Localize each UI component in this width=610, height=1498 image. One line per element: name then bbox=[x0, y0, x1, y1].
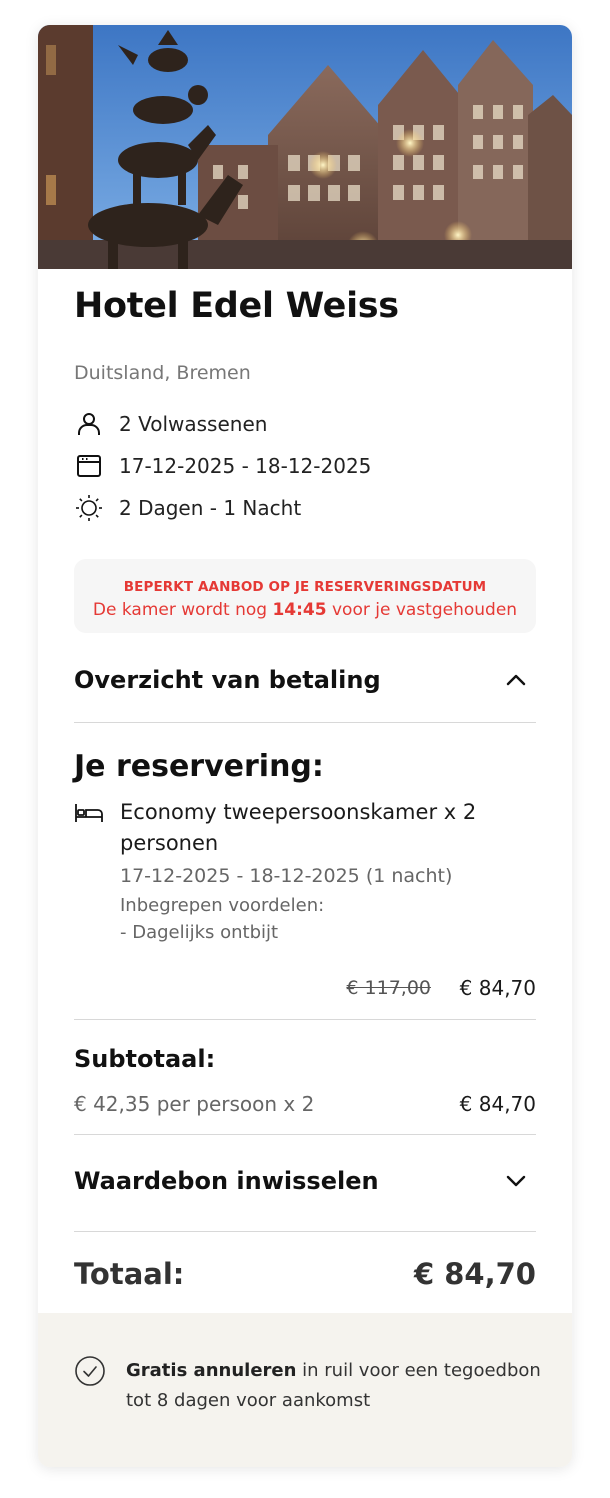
voucher-label: Waardebon inwisselen bbox=[74, 1167, 379, 1195]
hotel-location: Duitsland, Bremen bbox=[74, 362, 251, 384]
person-icon bbox=[74, 409, 104, 439]
divider bbox=[74, 1134, 536, 1135]
original-price: € 117,00 bbox=[346, 977, 431, 999]
guests-row: 2 Volwassenen bbox=[74, 409, 267, 439]
included-label: Inbegrepen voordelen: bbox=[120, 895, 325, 916]
subtotal-detail: € 42,35 per persoon x 2 bbox=[74, 1092, 315, 1116]
duration-row: 2 Dagen - 1 Nacht bbox=[74, 493, 301, 523]
total-label: Totaal: bbox=[74, 1257, 185, 1291]
divider bbox=[74, 722, 536, 723]
cancellation-footer: Gratis annuleren in ruil voor een tegoed… bbox=[38, 1313, 572, 1467]
voucher-toggle[interactable]: Waardebon inwisselen bbox=[74, 1161, 536, 1201]
chevron-up-icon[interactable] bbox=[496, 660, 536, 700]
reservation-title: Je reservering: bbox=[74, 749, 324, 784]
calendar-icon bbox=[74, 451, 104, 481]
dates-row: 17-12-2025 - 18-12-2025 bbox=[74, 451, 371, 481]
subtotal-label: Subtotaal: bbox=[74, 1045, 216, 1073]
chevron-down-icon[interactable] bbox=[496, 1161, 536, 1201]
total-amount: € 84,70 bbox=[413, 1257, 536, 1291]
offer-text-after: voor je vastgehouden bbox=[326, 600, 518, 620]
offer-headline: BEPERKT AANBOD OP JE RESERVERINGSDATUM bbox=[123, 579, 487, 595]
cancellation-text: Gratis annuleren in ruil voor een tegoed… bbox=[126, 1356, 546, 1416]
duration-text: 2 Dagen - 1 Nacht bbox=[119, 496, 302, 520]
sun-icon bbox=[74, 493, 104, 523]
offer-text-before: De kamer wordt nog bbox=[92, 600, 273, 620]
dates-text: 17-12-2025 - 18-12-2025 bbox=[119, 454, 372, 478]
limited-offer-banner: BEPERKT AANBOD OP JE RESERVERINGSDATUM D… bbox=[74, 559, 536, 633]
cancellation-bold: Gratis annuleren bbox=[126, 1360, 297, 1381]
divider bbox=[74, 1231, 536, 1232]
discounted-price: € 84,70 bbox=[459, 976, 536, 1000]
divider bbox=[74, 1019, 536, 1020]
payment-overview-label: Overzicht van betaling bbox=[74, 666, 381, 694]
included-item: - Dagelijks ontbijt bbox=[120, 922, 279, 943]
payment-overview-toggle[interactable]: Overzicht van betaling bbox=[74, 660, 536, 700]
room-name: Economy tweepersoonskamer x 2 personen bbox=[120, 800, 477, 855]
booking-summary-card: Hotel Edel Weiss Duitsland, Bremen 2 Vol… bbox=[38, 25, 572, 1467]
subtotal-amount: € 84,70 bbox=[459, 1092, 536, 1116]
hotel-name: Hotel Edel Weiss bbox=[74, 286, 399, 326]
check-circle-icon bbox=[74, 1355, 106, 1387]
room-dates: 17-12-2025 - 18-12-2025 (1 nacht) bbox=[120, 865, 453, 887]
hotel-photo bbox=[38, 25, 572, 269]
guests-text: 2 Volwassenen bbox=[119, 412, 268, 436]
bed-icon bbox=[74, 803, 104, 823]
offer-timer-text: De kamer wordt nog 14:45 voor je vastgeh… bbox=[74, 600, 536, 620]
offer-timer: 14:45 bbox=[272, 600, 327, 620]
